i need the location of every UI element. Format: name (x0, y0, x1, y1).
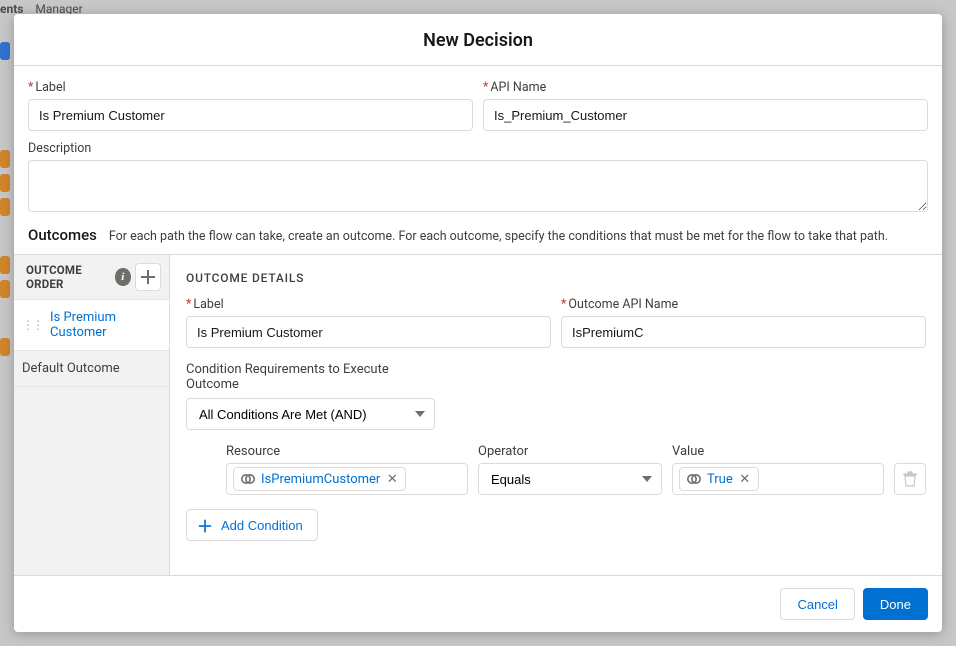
trash-icon (903, 471, 917, 487)
delete-condition-button[interactable] (894, 463, 926, 495)
add-condition-label: Add Condition (221, 518, 303, 533)
outcome-api-label: *Outcome API Name (561, 297, 926, 312)
description-label: Description (28, 141, 928, 156)
outcome-details-panel: OUTCOME DETAILS *Label *Outcome API Name… (170, 255, 942, 575)
resource-pill-label: IsPremiumCustomer (261, 472, 380, 487)
outcome-item-label: Default Outcome (22, 361, 120, 376)
value-input[interactable]: True ✕ (672, 463, 884, 495)
resource-col-label: Resource (226, 444, 468, 459)
outcome-label-input[interactable] (186, 316, 551, 348)
api-name-label: *API Name (483, 80, 928, 95)
plus-icon: ＋ (197, 513, 213, 537)
outcome-details-title: OUTCOME DETAILS (186, 271, 926, 285)
outcome-item-default[interactable]: Default Outcome (14, 351, 169, 387)
drag-handle-icon[interactable]: ⋮⋮ (22, 318, 42, 332)
modal-title: New Decision (14, 14, 942, 66)
operator-select[interactable]: Equals (478, 463, 662, 495)
api-name-input[interactable] (483, 99, 928, 131)
resource-pill: IsPremiumCustomer ✕ (233, 467, 406, 491)
new-decision-modal: New Decision *Label *API Name Descriptio… (14, 14, 942, 632)
value-pill: True ✕ (679, 467, 759, 491)
remove-resource-icon[interactable]: ✕ (385, 472, 399, 486)
info-icon[interactable]: i (115, 268, 132, 286)
outcomes-hint: For each path the flow can take, create … (109, 229, 888, 244)
outcome-label-label: *Label (186, 297, 551, 312)
operator-col-label: Operator (478, 444, 662, 459)
outcome-item-label: Is Premium Customer (50, 310, 159, 340)
outcome-item-is-premium[interactable]: ⋮⋮ Is Premium Customer (14, 299, 169, 351)
condition-requirements-label: Condition Requirements to Execute Outcom… (186, 362, 416, 392)
add-outcome-button[interactable] (135, 263, 161, 291)
variable-icon (240, 471, 256, 487)
value-pill-label: True (707, 472, 733, 487)
label-field-label: *Label (28, 80, 473, 95)
remove-value-icon[interactable]: ✕ (738, 472, 752, 486)
description-input[interactable] (28, 160, 928, 212)
plus-icon (141, 270, 155, 284)
outcome-order-sidebar: OUTCOME ORDER i ⋮⋮ Is Premium Customer D… (14, 255, 170, 575)
add-condition-button[interactable]: ＋ Add Condition (186, 509, 318, 541)
outcome-order-label: OUTCOME ORDER (26, 263, 115, 291)
cancel-button[interactable]: Cancel (780, 588, 854, 620)
value-col-label: Value (672, 444, 884, 459)
condition-requirements-select[interactable]: All Conditions Are Met (AND) (186, 398, 435, 430)
label-input[interactable] (28, 99, 473, 131)
outcomes-title: Outcomes (28, 226, 97, 244)
condition-row: Resource IsPremiumCustomer ✕ (186, 444, 926, 495)
variable-icon (686, 471, 702, 487)
outcome-api-input[interactable] (561, 316, 926, 348)
resource-input[interactable]: IsPremiumCustomer ✕ (226, 463, 468, 495)
done-button[interactable]: Done (863, 588, 928, 620)
